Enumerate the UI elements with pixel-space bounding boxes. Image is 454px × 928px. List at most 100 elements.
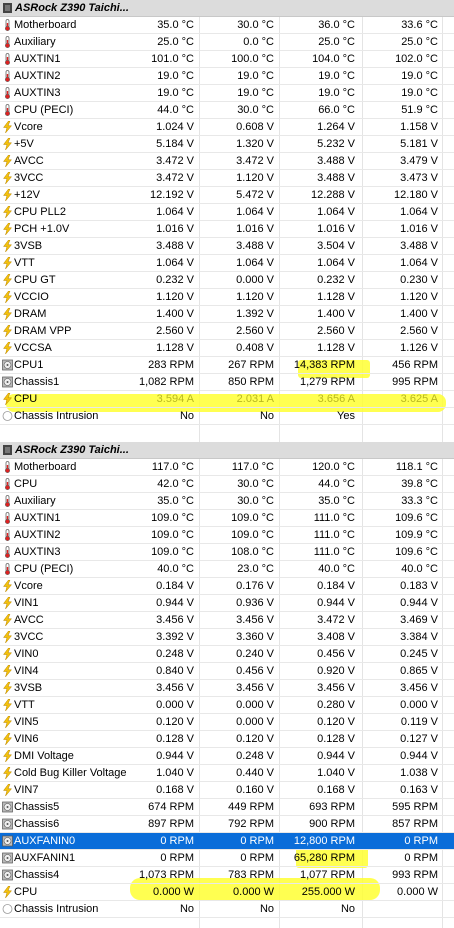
sensor-row[interactable]: VIN1 0.944 V 0.936 V 0.944 V 0.944 V — [0, 595, 454, 612]
sensor-row[interactable]: AUXFANIN0 0 RPM 0 RPM 12,800 RPM 0 RPM — [0, 833, 454, 850]
maximum-value: 1,077 RPM — [299, 869, 355, 881]
sensor-row[interactable]: AUXTIN2 19.0 °C 19.0 °C 19.0 °C 19.0 °C — [0, 68, 454, 85]
minimum-value: 0.240 V — [236, 648, 274, 660]
maximum-value: 25.0 °C — [318, 36, 355, 48]
current-value: 117.0 °C — [151, 461, 194, 473]
average-value: 0.183 V — [400, 580, 438, 592]
current-value: 0.128 V — [156, 733, 194, 745]
sensor-row[interactable]: DRAM VPP 2.560 V 2.560 V 2.560 V 2.560 V — [0, 323, 454, 340]
sensor-name: VIN0 — [14, 648, 39, 660]
average-value: 0.163 V — [400, 784, 438, 796]
bolt-icon — [2, 307, 13, 321]
sensor-row[interactable]: Chassis6 897 RPM 792 RPM 900 RPM 857 RPM — [0, 816, 454, 833]
bolt-icon — [2, 392, 13, 406]
sensor-row[interactable]: 3VCC 3.472 V 1.120 V 3.488 V 3.473 V — [0, 170, 454, 187]
sensor-row[interactable]: Chassis Intrusion No No No — [0, 901, 454, 918]
current-value: 0.184 V — [156, 580, 194, 592]
current-value: 1,073 RPM — [138, 869, 194, 881]
fan-icon — [2, 359, 13, 371]
sensor-row[interactable]: CPU 42.0 °C 30.0 °C 44.0 °C 39.8 °C — [0, 476, 454, 493]
minimum-value: 1.016 V — [236, 223, 274, 235]
sensor-row[interactable]: Auxiliary 25.0 °C 0.0 °C 25.0 °C 25.0 °C — [0, 34, 454, 51]
minimum-value: 0.248 V — [236, 750, 274, 762]
minimum-value: 0.0 °C — [243, 36, 274, 48]
minimum-value: 3.488 V — [236, 240, 274, 252]
sensor-name: Chassis Intrusion — [14, 903, 99, 915]
average-value: 109.9 °C — [395, 529, 438, 541]
current-value: 101.0 °C — [151, 53, 194, 65]
sensor-row[interactable]: AVCC 3.456 V 3.456 V 3.472 V 3.469 V — [0, 612, 454, 629]
sensor-name: DMI Voltage — [14, 750, 74, 762]
sensor-row[interactable]: +5V 5.184 V 1.320 V 5.232 V 5.181 V — [0, 136, 454, 153]
sensor-row[interactable]: DRAM 1.400 V 1.392 V 1.400 V 1.400 V — [0, 306, 454, 323]
sensor-row[interactable]: CPU 3.594 A 2.031 A 3.656 A 3.625 A — [0, 391, 454, 408]
minimum-value: 1.064 V — [236, 206, 274, 218]
sensor-row[interactable]: VIN0 0.248 V 0.240 V 0.456 V 0.245 V — [0, 646, 454, 663]
minimum-value: 0.000 V — [236, 716, 274, 728]
current-value: 1.120 V — [156, 291, 194, 303]
sensor-row[interactable]: PCH +1.0V 1.016 V 1.016 V 1.016 V 1.016 V — [0, 221, 454, 238]
maximum-value: 3.472 V — [317, 614, 355, 626]
sensor-row[interactable]: VTT 1.064 V 1.064 V 1.064 V 1.064 V — [0, 255, 454, 272]
average-value: 3.488 V — [400, 240, 438, 252]
sensor-row[interactable]: VCCSA 1.128 V 0.408 V 1.128 V 1.126 V — [0, 340, 454, 357]
sensor-row[interactable]: CPU (PECI) 40.0 °C 23.0 °C 40.0 °C 40.0 °C — [0, 561, 454, 578]
sensor-row[interactable]: Motherboard 35.0 °C 30.0 °C 36.0 °C 33.6 °C — [0, 17, 454, 34]
sensor-row[interactable]: 3VSB 3.488 V 3.488 V 3.504 V 3.488 V — [0, 238, 454, 255]
minimum-value: 1.392 V — [236, 308, 274, 320]
sensor-row[interactable]: Motherboard 117.0 °C 117.0 °C 120.0 °C 118.1… — [0, 459, 454, 476]
sensor-row[interactable]: Cold Bug Killer Voltage 1.040 V 0.440 V 1.0… — [0, 765, 454, 782]
sensor-name: AUXFANIN0 — [14, 835, 76, 847]
sensor-row[interactable]: Vcore 0.184 V 0.176 V 0.184 V 0.183 V — [0, 578, 454, 595]
sensor-row[interactable]: AVCC 3.472 V 3.472 V 3.488 V 3.479 V — [0, 153, 454, 170]
sensor-name: CPU — [14, 478, 38, 490]
maximum-value: 1.264 V — [317, 121, 355, 133]
sensor-row[interactable]: VIN5 0.120 V 0.000 V 0.120 V 0.119 V — [0, 714, 454, 731]
sensor-group-header[interactable]: ASRock Z390 Taichi... — [0, 0, 454, 17]
sensor-row[interactable]: VTT 0.000 V 0.000 V 0.280 V 0.000 V — [0, 697, 454, 714]
maximum-value: 0.232 V — [317, 274, 355, 286]
maximum-value: 3.456 V — [317, 682, 355, 694]
sensor-row[interactable]: AUXTIN2 109.0 °C 109.0 °C 111.0 °C 109.9 °C — [0, 527, 454, 544]
sensor-name: VIN4 — [14, 665, 39, 677]
sensor-row[interactable]: Chassis5 674 RPM 449 RPM 693 RPM 595 RPM — [0, 799, 454, 816]
sensor-name: AVCC — [14, 155, 44, 167]
sensor-row[interactable]: Chassis1 1,082 RPM 850 RPM 1,279 RPM 995 RPM — [0, 374, 454, 391]
sensor-row[interactable]: 3VSB 3.456 V 3.456 V 3.456 V 3.456 V — [0, 680, 454, 697]
current-value: 0.120 V — [156, 716, 194, 728]
average-value: 102.0 °C — [395, 53, 438, 65]
average-value: 0.119 V — [400, 716, 438, 728]
sensor-row[interactable]: AUXTIN3 19.0 °C 19.0 °C 19.0 °C 19.0 °C — [0, 85, 454, 102]
sensor-row[interactable]: 3VCC 3.392 V 3.360 V 3.408 V 3.384 V — [0, 629, 454, 646]
sensor-name: Chassis1 — [14, 376, 60, 388]
minimum-value: No — [259, 410, 274, 422]
sensor-row[interactable]: Chassis Intrusion No No Yes — [0, 408, 454, 425]
minimum-value: 0.440 V — [236, 767, 274, 779]
sensor-name: Vcore — [14, 121, 43, 133]
bolt-icon — [2, 171, 13, 185]
sensor-group-header[interactable]: ASRock Z390 Taichi... — [0, 442, 454, 459]
sensor-row[interactable]: CPU 0.000 W 0.000 W 255.000 W 0.000 W — [0, 884, 454, 901]
bolt-icon — [2, 222, 13, 236]
sensor-row[interactable]: VIN7 0.168 V 0.160 V 0.168 V 0.163 V — [0, 782, 454, 799]
minimum-value: 449 RPM — [228, 801, 274, 813]
sensor-row[interactable]: Auxiliary 35.0 °C 30.0 °C 35.0 °C 33.3 °C — [0, 493, 454, 510]
average-value: 1.158 V — [400, 121, 438, 133]
sensor-row[interactable]: AUXTIN3 109.0 °C 108.0 °C 111.0 °C 109.6 °C — [0, 544, 454, 561]
sensor-row[interactable]: AUXTIN1 109.0 °C 109.0 °C 111.0 °C 109.6 °C — [0, 510, 454, 527]
sensor-row[interactable]: CPU PLL2 1.064 V 1.064 V 1.064 V 1.064 V — [0, 204, 454, 221]
sensor-row[interactable]: CPU GT 0.232 V 0.000 V 0.232 V 0.230 V — [0, 272, 454, 289]
sensor-row[interactable]: VCCIO 1.120 V 1.120 V 1.128 V 1.120 V — [0, 289, 454, 306]
sensor-row[interactable]: Vcore 1.024 V 0.608 V 1.264 V 1.158 V — [0, 119, 454, 136]
sensor-row[interactable]: CPU (PECI) 44.0 °C 30.0 °C 66.0 °C 51.9 °C — [0, 102, 454, 119]
current-value: 1,082 RPM — [138, 376, 194, 388]
sensor-row[interactable]: +12V 12.192 V 5.472 V 12.288 V 12.180 V — [0, 187, 454, 204]
sensor-row[interactable]: DMI Voltage 0.944 V 0.248 V 0.944 V 0.944 V — [0, 748, 454, 765]
sensor-row[interactable]: VIN4 0.840 V 0.456 V 0.920 V 0.865 V — [0, 663, 454, 680]
sensor-row[interactable]: AUXTIN1 101.0 °C 100.0 °C 104.0 °C 102.0 °C — [0, 51, 454, 68]
sensor-row[interactable]: AUXFANIN1 0 RPM 0 RPM 65,280 RPM 0 RPM — [0, 850, 454, 867]
sensor-row[interactable]: CPU1 283 RPM 267 RPM 14,383 RPM 456 RPM — [0, 357, 454, 374]
sensor-row[interactable]: Chassis4 1,073 RPM 783 RPM 1,077 RPM 993 RPM — [0, 867, 454, 884]
current-value: 109.0 °C — [151, 546, 194, 558]
sensor-row[interactable]: VIN6 0.128 V 0.120 V 0.128 V 0.127 V — [0, 731, 454, 748]
